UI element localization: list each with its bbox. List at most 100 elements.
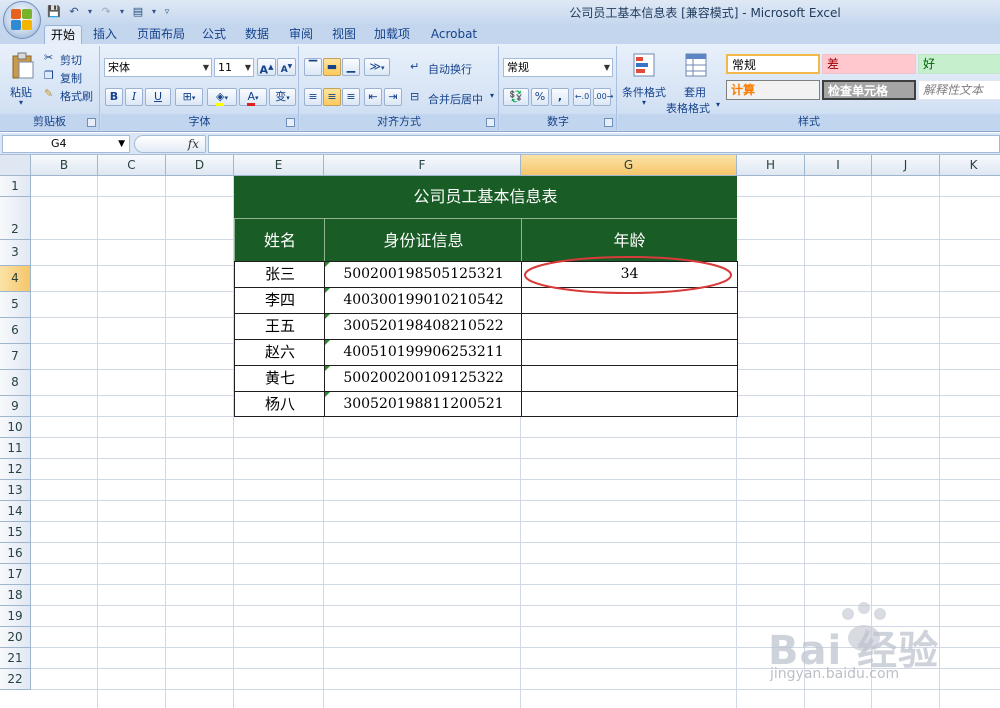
column-header-E[interactable]: E bbox=[234, 155, 324, 176]
copy-button[interactable]: ❐ 复制 bbox=[44, 69, 98, 85]
paste-button[interactable]: 粘贴 ▾ bbox=[4, 50, 40, 110]
column-header-D[interactable]: D bbox=[166, 155, 234, 176]
row-header-5[interactable]: 5 bbox=[0, 292, 31, 318]
italic-button[interactable]: I bbox=[125, 88, 143, 106]
number-format-select[interactable]: 常规 ▼ bbox=[503, 58, 613, 77]
cell-id[interactable]: 400510199906253211 bbox=[324, 339, 522, 365]
column-header-C[interactable]: C bbox=[98, 155, 166, 176]
cell-age[interactable] bbox=[521, 391, 738, 417]
tab-page-layout[interactable]: 页面布局 bbox=[134, 25, 188, 44]
shrink-font-button[interactable]: A▼ bbox=[277, 58, 296, 76]
align-center-button[interactable]: ≡ bbox=[323, 88, 341, 106]
style-bad[interactable]: 差 bbox=[822, 54, 916, 74]
cell-age[interactable] bbox=[521, 365, 738, 391]
wrap-text-button[interactable]: ↵ 自动换行 bbox=[410, 58, 498, 76]
align-middle-button[interactable]: ▬ bbox=[323, 58, 341, 76]
cell-id[interactable]: 500200198505125321 bbox=[324, 261, 522, 287]
borders-button[interactable]: ⊞▾ bbox=[175, 88, 203, 106]
cell-id[interactable]: 300520198408210522 bbox=[324, 313, 522, 339]
align-right-button[interactable]: ≡ bbox=[342, 88, 360, 106]
row-header-21[interactable]: 21 bbox=[0, 648, 31, 669]
format-as-table-button[interactable]: 套用 表格格式 ▾ bbox=[666, 50, 722, 115]
style-calculation[interactable]: 计算 bbox=[726, 80, 820, 100]
align-bottom-button[interactable]: ▁ bbox=[342, 58, 360, 76]
row-header-4[interactable]: 4 bbox=[0, 266, 31, 292]
column-header-B[interactable]: B bbox=[31, 155, 98, 176]
underline-button[interactable]: U bbox=[145, 88, 171, 106]
cell-age[interactable] bbox=[521, 313, 738, 339]
row-header-14[interactable]: 14 bbox=[0, 501, 31, 522]
style-normal[interactable]: 常规 bbox=[726, 54, 820, 74]
row-header-12[interactable]: 12 bbox=[0, 459, 31, 480]
font-name-select[interactable]: 宋体 ▼ bbox=[104, 58, 212, 77]
row-header-22[interactable]: 22 bbox=[0, 669, 31, 690]
column-header-F[interactable]: F bbox=[324, 155, 521, 176]
tab-insert[interactable]: 插入 bbox=[88, 25, 122, 44]
row-header-9[interactable]: 9 bbox=[0, 396, 31, 417]
decrease-decimal-button[interactable]: .00→ bbox=[593, 88, 613, 106]
grow-font-button[interactable]: A▲ bbox=[257, 58, 276, 77]
conditional-format-button[interactable]: 条件格式 ▾ bbox=[620, 50, 668, 112]
office-button[interactable] bbox=[3, 1, 41, 39]
row-header-3[interactable]: 3 bbox=[0, 240, 31, 266]
style-explanatory[interactable]: 解释性文本 bbox=[918, 80, 1000, 100]
row-header-16[interactable]: 16 bbox=[0, 543, 31, 564]
fill-color-button[interactable]: ◈▾ bbox=[207, 88, 237, 106]
bold-button[interactable]: B bbox=[105, 88, 123, 106]
orientation-button[interactable]: ≫▾ bbox=[364, 58, 390, 76]
row-header-20[interactable]: 20 bbox=[0, 627, 31, 648]
row-header-8[interactable]: 8 bbox=[0, 370, 31, 396]
formula-input[interactable] bbox=[208, 135, 1000, 153]
increase-decimal-button[interactable]: ←.0 bbox=[573, 88, 591, 106]
font-launcher-icon[interactable] bbox=[286, 118, 295, 127]
column-header-I[interactable]: I bbox=[805, 155, 872, 176]
accounting-format-button[interactable]: 💱 bbox=[503, 88, 529, 106]
cell-name[interactable]: 黄七 bbox=[234, 365, 325, 391]
increase-indent-button[interactable]: ⇥ bbox=[384, 88, 402, 106]
tab-acrobat[interactable]: Acrobat bbox=[426, 25, 482, 44]
row-header-2[interactable]: 2 bbox=[0, 197, 31, 240]
cell-name[interactable]: 杨八 bbox=[234, 391, 325, 417]
font-size-select[interactable]: 11 ▼ bbox=[214, 58, 254, 77]
row-header-7[interactable]: 7 bbox=[0, 344, 31, 370]
row-header-6[interactable]: 6 bbox=[0, 318, 31, 344]
select-all-button[interactable] bbox=[0, 155, 31, 176]
number-launcher-icon[interactable] bbox=[604, 118, 613, 127]
font-color-button[interactable]: A▾ bbox=[239, 88, 267, 106]
row-header-15[interactable]: 15 bbox=[0, 522, 31, 543]
cell-name[interactable]: 李四 bbox=[234, 287, 325, 313]
cell-id[interactable]: 500200200109125322 bbox=[324, 365, 522, 391]
cell-id[interactable]: 400300199010210542 bbox=[324, 287, 522, 313]
row-header-11[interactable]: 11 bbox=[0, 438, 31, 459]
format-painter-button[interactable]: ✎ 格式刷 bbox=[44, 87, 98, 103]
clipboard-launcher-icon[interactable] bbox=[87, 118, 96, 127]
row-header-13[interactable]: 13 bbox=[0, 480, 31, 501]
alignment-launcher-icon[interactable] bbox=[486, 118, 495, 127]
cell-id[interactable]: 300520198811200521 bbox=[324, 391, 522, 417]
style-good[interactable]: 好 bbox=[918, 54, 1000, 74]
name-box[interactable]: G4 ▼ bbox=[2, 135, 130, 153]
tab-addins[interactable]: 加载项 bbox=[370, 25, 414, 44]
tab-review[interactable]: 审阅 bbox=[285, 25, 317, 44]
row-header-18[interactable]: 18 bbox=[0, 585, 31, 606]
column-header-H[interactable]: H bbox=[737, 155, 805, 176]
comma-button[interactable]: , bbox=[551, 88, 569, 106]
tab-view[interactable]: 视图 bbox=[328, 25, 360, 44]
worksheet-grid[interactable]: BCDEFGHIJK 1 2 3 4 5 6 7 8 9 10 11 12 13 14 15 16 17 18 19… bbox=[0, 155, 1000, 708]
table-title[interactable]: 公司员工基本信息表 bbox=[234, 176, 737, 218]
row-header-10[interactable]: 10 bbox=[0, 417, 31, 438]
cell-name[interactable]: 张三 bbox=[234, 261, 325, 287]
row-header-19[interactable]: 19 bbox=[0, 606, 31, 627]
tab-home[interactable]: 开始 bbox=[44, 25, 82, 44]
header-id[interactable]: 身份证信息 bbox=[324, 218, 522, 261]
tab-formulas[interactable]: 公式 bbox=[198, 25, 230, 44]
tab-data[interactable]: 数据 bbox=[241, 25, 273, 44]
align-top-button[interactable]: ▔ bbox=[304, 58, 322, 76]
cut-button[interactable]: ✂ 剪切 bbox=[44, 51, 98, 67]
style-check-cell[interactable]: 检查单元格 bbox=[822, 80, 916, 100]
decrease-indent-button[interactable]: ⇤ bbox=[364, 88, 382, 106]
insert-function-button[interactable]: fx bbox=[134, 135, 206, 153]
cell-age[interactable] bbox=[521, 339, 738, 365]
column-header-K[interactable]: K bbox=[940, 155, 1000, 176]
cell-name[interactable]: 赵六 bbox=[234, 339, 325, 365]
